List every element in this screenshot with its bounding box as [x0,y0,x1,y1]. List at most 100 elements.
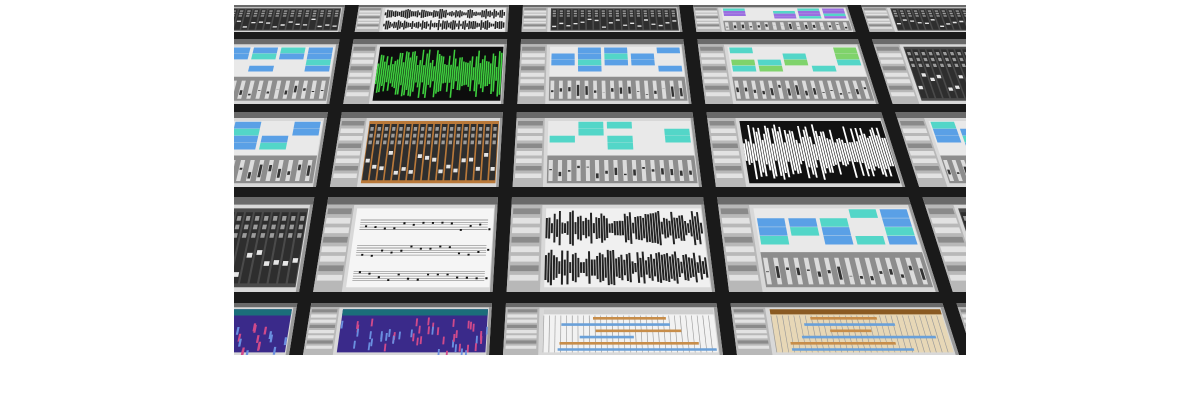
screen-titlebar [861,5,966,8]
clip-block [234,121,262,129]
daw-screen-tile [697,39,879,104]
clip-block [551,53,575,60]
daw-screen-tile [706,112,906,187]
clip-block [824,16,847,19]
screen-titlebar [697,39,860,45]
clip-block [783,59,809,66]
daw-screen-tile [871,39,966,104]
clip-block [788,218,818,227]
clip-block [789,227,820,236]
clip-block [578,65,602,72]
screen-titlebar [505,303,717,308]
clip-block [782,53,807,60]
clip-block [251,53,277,60]
clip-block [293,121,321,129]
clip-block [722,8,745,11]
screen-titlebar [352,39,508,45]
clip-block [304,65,330,72]
track-list [957,307,966,334]
clip-block [577,53,602,60]
screen-titlebar [234,39,340,45]
screen-titlebar [693,5,848,8]
clip-block [248,65,274,72]
clip-block [882,218,913,227]
clip-block [797,11,821,14]
clip-block [658,65,683,72]
clip-block [607,142,634,150]
screen-titlebar [516,112,694,118]
daw-screen-tile [313,197,498,292]
clip-block [773,13,796,16]
daw-screen-tile [521,5,683,32]
clip-block [578,121,604,129]
clip-block [630,53,655,60]
screen-titlebar [706,112,884,118]
screen-titlebar [520,39,684,45]
daw-screen-tile [234,112,328,187]
screen-titlebar [234,112,328,118]
clip-block [549,135,575,143]
clip-block [834,53,860,60]
daw-screen-tile [730,303,959,355]
screen-titlebar [327,197,498,205]
clip-block [819,218,849,227]
clip-block [234,135,259,143]
clip-block [664,128,690,136]
daw-screen-tile [343,39,508,104]
screen-titlebar [871,39,966,45]
clip-block [772,11,796,14]
clip-block [278,53,305,60]
clip-block [607,135,633,143]
screen-collage-photo [234,5,966,355]
clip-block [756,218,786,227]
daw-screen-tile [693,5,856,32]
clip-block [855,236,886,245]
clip-block [306,53,333,60]
clip-block [606,121,632,129]
clip-block [935,135,962,143]
spectrogram [234,309,292,353]
clip-block [723,11,746,14]
clip-block [551,59,575,66]
clip-block [234,128,260,136]
daw-screen-tile [303,303,492,355]
clip-block [656,47,681,54]
screen-titlebar [234,303,298,308]
clip-block [774,16,797,19]
clip-block [604,59,629,66]
daw-screen-tile [354,5,509,32]
clip-block [307,47,334,54]
screen-titlebar [234,197,315,205]
daw-screen-tile [234,5,345,32]
daw-screen-tile [234,197,315,292]
clip-block [759,236,790,245]
daw-screen-tile [329,112,503,187]
clip-block [731,59,756,66]
clip-block [604,47,628,54]
screen-titlebar [717,197,911,205]
clip-block [234,53,250,60]
clip-block [305,59,331,66]
daw-screen-tile [717,197,939,292]
clip-block [932,128,959,136]
daw-screen-tile [517,39,692,104]
clip-block [884,227,915,236]
daw-screen-tile [234,39,340,104]
clip-block [664,135,691,143]
clip-block [823,236,854,245]
clip-block [930,121,957,129]
clip-block [723,13,746,16]
clip-block [280,47,306,54]
clip-block [259,142,287,150]
clip-block [758,65,784,72]
clip-block [836,59,862,66]
clip-block [811,65,837,72]
clip-block [260,135,289,143]
screen-titlebar [922,197,966,205]
clip-block [234,142,257,150]
daw-screen-tile [506,197,716,292]
daw-screen-tile [503,303,723,355]
clip-block [757,59,782,66]
clip-block [729,47,753,54]
daw-screen-tile [861,5,966,32]
